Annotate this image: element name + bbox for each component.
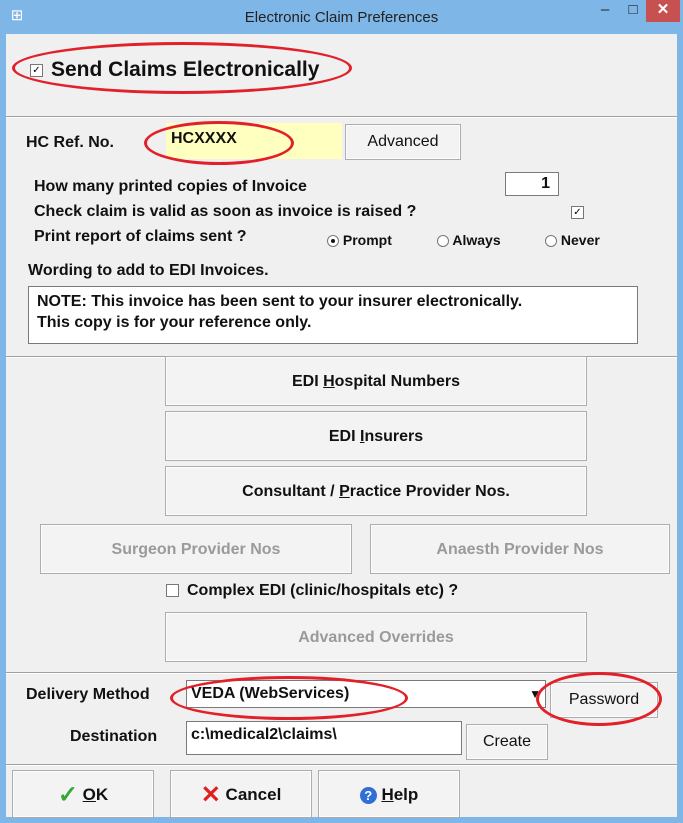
btn-text: K	[95, 785, 109, 804]
radio-never[interactable]: Never	[545, 232, 600, 248]
wording-line-1: NOTE: This invoice has been sent to your…	[37, 293, 523, 310]
btn-accel: H	[381, 785, 394, 804]
print-report-label: Print report of claims sent ?	[34, 228, 247, 245]
check-valid-label: Check claim is valid as soon as invoice …	[34, 203, 417, 220]
cancel-button[interactable]: ✕ Cancel	[170, 770, 312, 818]
help-icon: ?	[359, 787, 377, 805]
advanced-button[interactable]: Advanced	[345, 124, 461, 160]
minimize-button[interactable]: –	[592, 0, 618, 22]
delivery-method-label: Delivery Method	[26, 686, 150, 703]
btn-text: nsurers	[364, 428, 424, 445]
divider	[6, 117, 677, 118]
btn-text: ospital Numbers	[334, 373, 461, 390]
send-claims-checkbox[interactable]: ✓	[30, 63, 43, 77]
anaesth-provider-button[interactable]: Anaesth Provider Nos	[370, 524, 670, 574]
radio-never-dot[interactable]	[545, 235, 557, 248]
check-valid-checkbox[interactable]: ✓	[571, 206, 584, 219]
radio-prompt[interactable]: Prompt	[327, 232, 392, 248]
radio-always-dot[interactable]	[437, 235, 449, 248]
wording-label: Wording to add to EDI Invoices.	[28, 262, 269, 279]
divider	[6, 673, 677, 674]
delivery-method-select[interactable]: VEDA (WebServices) ▼	[186, 680, 546, 708]
x-icon: ✕	[200, 781, 221, 809]
delivery-method-value: VEDA (WebServices)	[191, 685, 350, 702]
btn-text: elp	[393, 785, 419, 804]
chevron-down-icon[interactable]: ▼	[529, 681, 541, 707]
btn-accel: O	[82, 785, 96, 804]
close-button[interactable]: ✕	[646, 0, 680, 22]
destination-input[interactable]: c:\medical2\claims\	[186, 721, 462, 755]
btn-text: Consultant /	[242, 483, 340, 500]
divider	[6, 765, 677, 766]
wording-line-2: This copy is for your reference only.	[37, 314, 312, 331]
radio-prompt-dot[interactable]	[327, 235, 339, 248]
btn-text: EDI	[328, 428, 360, 445]
consultant-provider-button[interactable]: Consultant / Practice Provider Nos.	[165, 466, 587, 516]
edi-hospital-numbers-button[interactable]: EDI Hospital Numbers	[165, 356, 587, 406]
complex-edi-row[interactable]: Complex EDI (clinic/hospitals etc) ?	[166, 582, 458, 600]
help-button[interactable]: ? Help	[318, 770, 460, 818]
radio-always[interactable]: Always	[437, 232, 501, 248]
radio-prompt-label: Prompt	[342, 232, 392, 248]
surgeon-provider-button[interactable]: Surgeon Provider Nos	[40, 524, 352, 574]
copies-label: How many printed copies of Invoice	[34, 178, 307, 195]
edi-insurers-button[interactable]: EDI Insurers	[165, 411, 587, 461]
complex-edi-checkbox[interactable]	[166, 584, 179, 598]
destination-label: Destination	[70, 728, 158, 745]
send-claims-label: Send Claims Electronically	[51, 58, 320, 81]
radio-always-label: Always	[452, 232, 501, 248]
complex-edi-label: Complex EDI (clinic/hospitals etc) ?	[187, 582, 459, 599]
window-title: Electronic Claim Preferences	[244, 9, 439, 26]
btn-text: Cancel	[225, 785, 282, 804]
ok-button[interactable]: ✓ OK	[12, 770, 154, 818]
hc-ref-label: HC Ref. No.	[26, 134, 114, 151]
maximize-button[interactable]: □	[620, 0, 646, 22]
advanced-overrides-button[interactable]: Advanced Overrides	[165, 612, 587, 662]
btn-text: EDI	[291, 373, 324, 390]
hc-ref-input[interactable]: HCXXXX	[166, 123, 342, 159]
check-icon: ✓	[57, 781, 78, 809]
btn-accel: P	[339, 483, 350, 500]
send-claims-row[interactable]: ✓ Send Claims Electronically	[30, 58, 319, 82]
password-button[interactable]: Password	[550, 682, 658, 718]
copies-input[interactable]: 1	[505, 172, 559, 196]
btn-text: ractice Provider Nos.	[349, 483, 510, 500]
create-button[interactable]: Create	[466, 724, 548, 760]
wording-textarea[interactable]: NOTE: This invoice has been sent to your…	[28, 286, 638, 344]
btn-accel: H	[323, 373, 335, 390]
radio-never-label: Never	[560, 232, 600, 248]
